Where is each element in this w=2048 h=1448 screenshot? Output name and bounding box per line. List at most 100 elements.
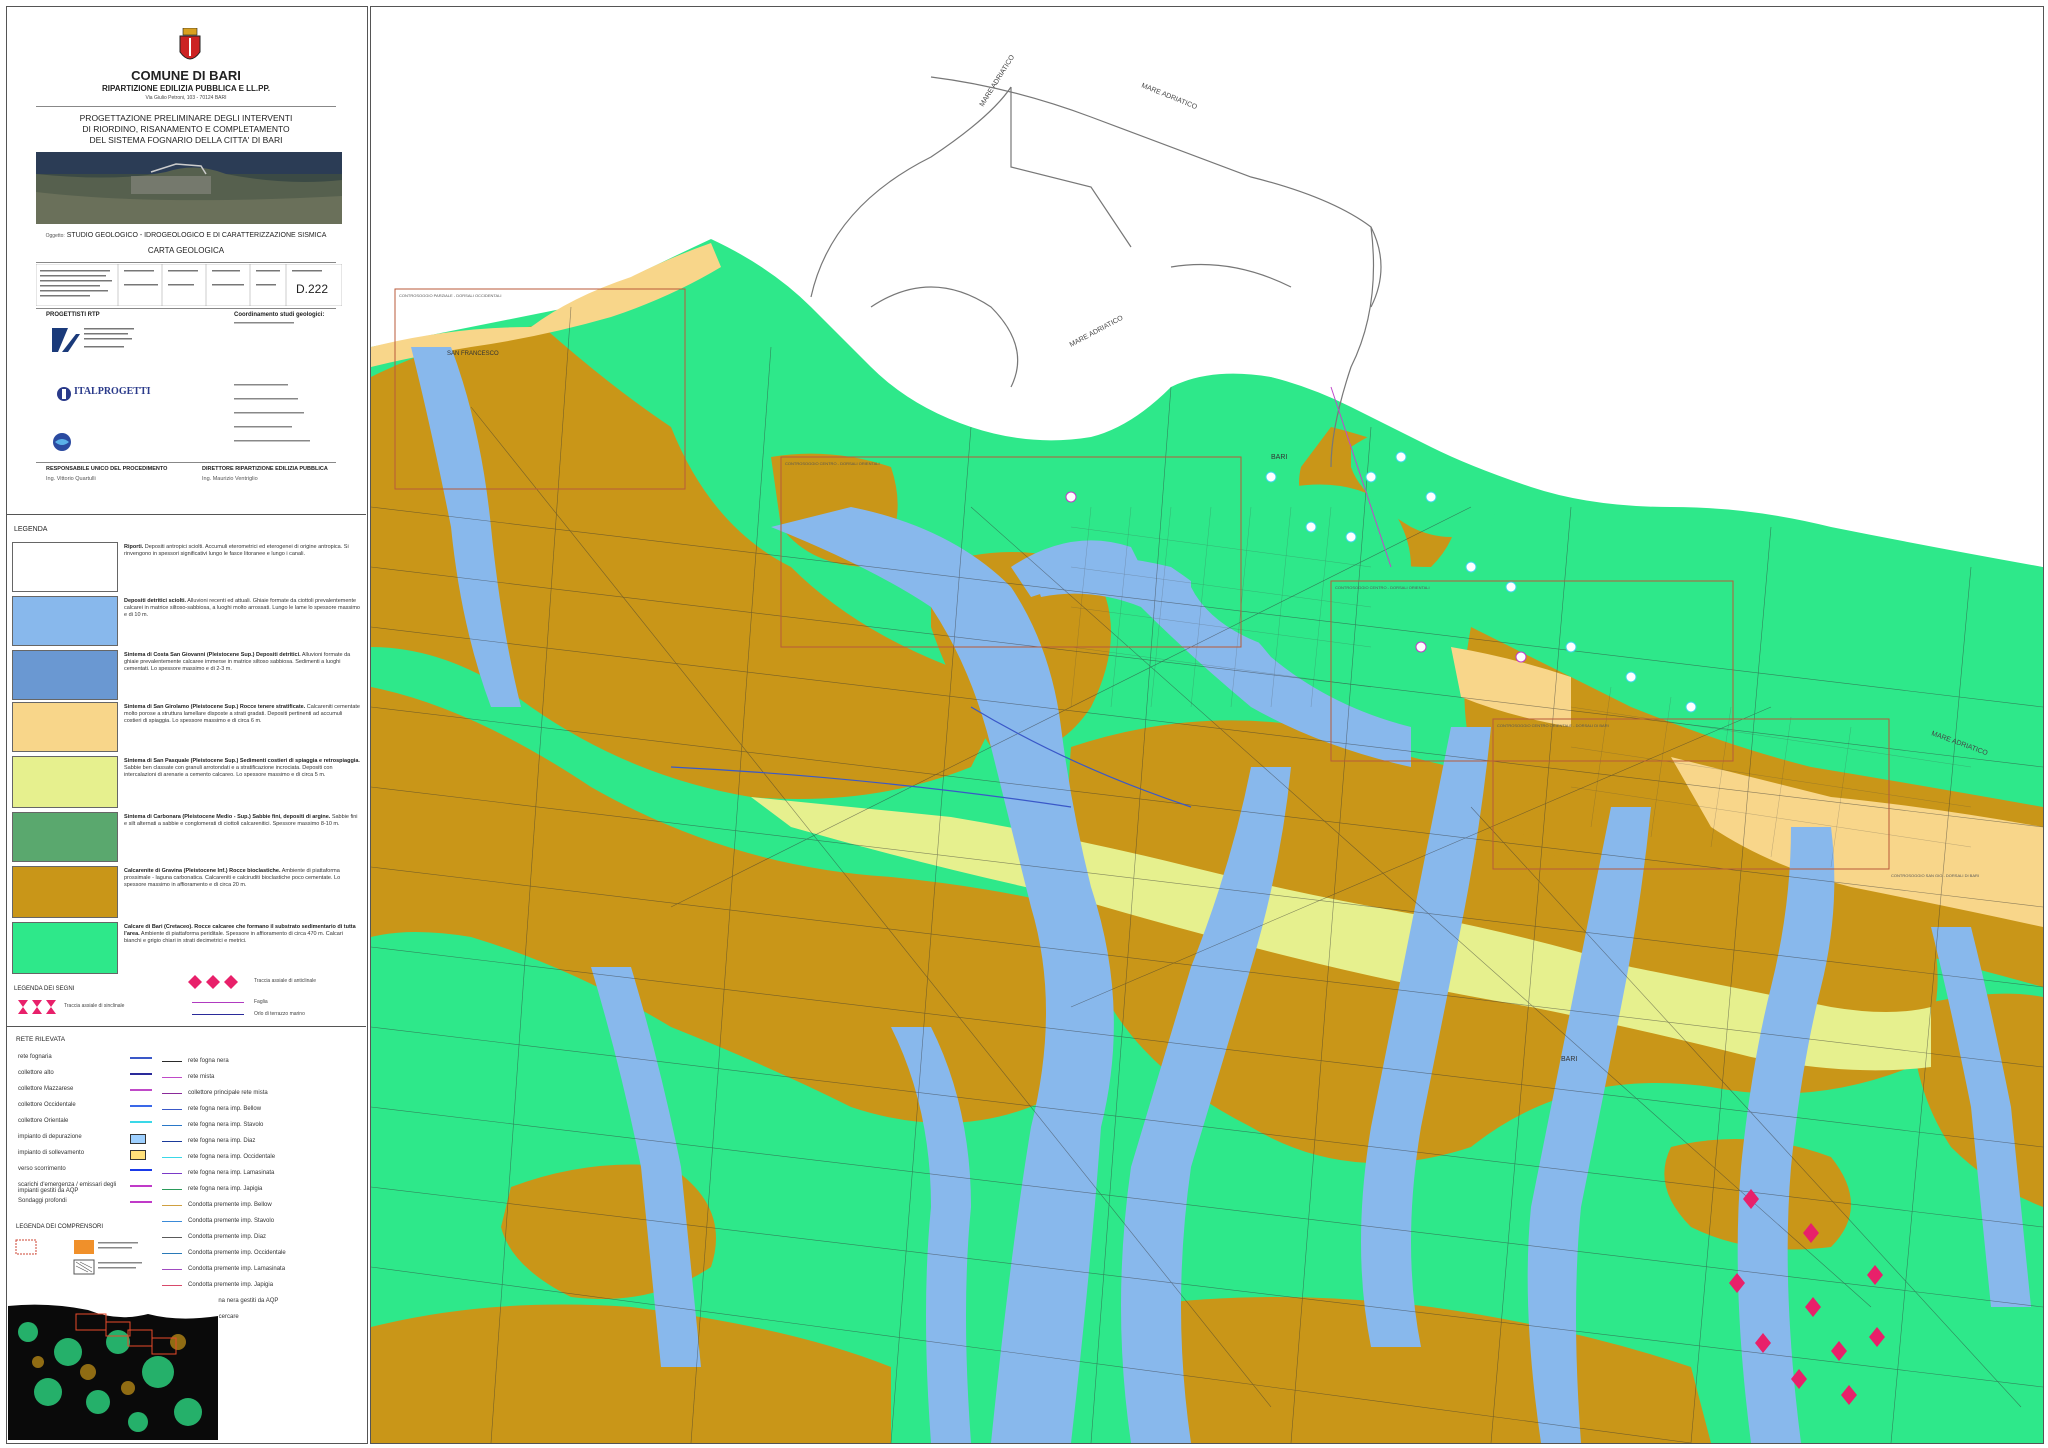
network-legend-label: rete fogna nera imp. Stavolo <box>188 1122 264 1128</box>
syncline-label: Traccia assiale di sinclinale <box>64 1003 125 1009</box>
study-title: Oggetto: STUDIO GEOLOGICO - IDROGEOLOGIC… <box>6 232 366 239</box>
legend-unit-name: Depositi detritici sciolti. <box>124 598 187 604</box>
network-legend-symbol <box>162 1061 182 1062</box>
network-legend: RETE RILEVATA rete fognaria collettore al… <box>6 1028 366 1442</box>
network-legend-label: verso scorrimento <box>18 1166 66 1172</box>
network-legend-label: Condotta premente imp. Japigia <box>188 1282 274 1288</box>
legend-swatch <box>12 650 118 700</box>
place-label: SAN FRANCESCO <box>447 351 499 357</box>
legend-unit-text: Sintema di San Pasquale (Pleistocene Sup… <box>124 758 360 779</box>
syncline-symbol-icon <box>18 1000 56 1014</box>
geologic-map[interactable]: MARE ADRIATICO MARE ADRIATICO MARE ADRIA… <box>370 6 2044 1444</box>
network-legend-symbol <box>162 1253 182 1254</box>
project-title: PROGETTAZIONE PRELIMINARE DEGLI INTERVEN… <box>6 113 366 146</box>
legend-unit-text: Sintema di Carbonara (Pleistocene Medio … <box>124 814 360 828</box>
map-name: CARTA GEOLOGICA <box>147 246 225 255</box>
director-label: DIRETTORE RIPARTIZIONE EDILIZIA PUBBLICA <box>202 466 328 472</box>
coat-of-arms-icon <box>179 28 201 60</box>
rtp-logo <box>52 328 134 352</box>
network-legend-symbol <box>130 1073 152 1075</box>
network-legend-symbol <box>162 1269 182 1270</box>
network-legend-symbol <box>130 1121 152 1123</box>
comparti-legend-symbols <box>15 1239 142 1275</box>
legend-unit-name: Riporti. <box>124 544 144 550</box>
network-legend-label: rete fogna nera imp. Occidentale <box>188 1154 276 1160</box>
network-legend-symbol <box>162 1093 182 1094</box>
place-label: BARI <box>1561 1056 1577 1063</box>
network-legend-label: Sondaggi profondi <box>18 1198 67 1204</box>
network-legend-label: rete fogna nera imp. Japigia <box>188 1186 263 1192</box>
network-legend-symbol <box>162 1205 182 1206</box>
network-legend-symbol <box>130 1057 152 1059</box>
inset-label: CONTROSOGGIO CENTRO - DORSALI ORIENTALI <box>1335 585 1430 590</box>
network-legend-label: Condotta premente imp. Occidentale <box>188 1250 286 1256</box>
network-legend-symbol <box>162 1141 182 1142</box>
title-block: COMUNE DI BARI RIPARTIZIONE EDILIZIA PUB… <box>6 6 366 515</box>
map-canvas[interactable]: MARE ADRIATICO MARE ADRIATICO MARE ADRIA… <box>371 7 2043 1443</box>
fault-label: Faglia <box>254 999 268 1005</box>
network-legend-symbol <box>130 1201 152 1203</box>
network-legend-label: rete mista <box>188 1074 215 1080</box>
municipality-name: COMUNE DI BARI <box>131 68 241 83</box>
network-legend-symbol <box>130 1105 152 1107</box>
network-legend-symbol <box>162 1221 182 1222</box>
network-legend-label: rete fogna nera <box>188 1058 229 1064</box>
terrace-line-sample <box>192 1014 244 1015</box>
network-legend-label: rete fognaria <box>18 1054 52 1060</box>
network-legend-label: collettore alto <box>18 1070 54 1076</box>
legend-unit-name: Sintema di Costa San Giovanni (Pleistoce… <box>124 652 301 658</box>
globe-logo-icon <box>53 433 71 451</box>
network-legend-symbol <box>162 1077 182 1078</box>
department-address: Via Giulio Petroni, 103 - 70124 BARI <box>145 95 227 101</box>
legend-unit-name: Sintema di Carbonara (Pleistocene Medio … <box>124 814 331 820</box>
network-legend-label: rete fogna nera imp. Lamasinata <box>188 1170 275 1176</box>
legend-unit-description: Sabbie ben classate con granuli arrotond… <box>124 765 333 778</box>
director-name: Ing. Maurizio Ventriglio <box>202 476 258 482</box>
legend-unit-description: Ambiente di piattaforma periditale. Spes… <box>124 931 343 944</box>
network-legend-symbol <box>130 1089 152 1091</box>
network-legend-symbol <box>130 1169 152 1171</box>
inset-label: CONTROSOGGIO SAN GIO - DORSALI DI BARI <box>1891 873 1979 878</box>
legend-swatch <box>12 866 118 918</box>
network-legend-label: collettore principale rete mista <box>188 1090 268 1096</box>
legend-heading: LEGENDA <box>14 526 48 533</box>
legend-unit-text: Calcarenite di Gravina (Pleistocene Inf.… <box>124 868 360 889</box>
network-heading: RETE RILEVATA <box>16 1036 66 1043</box>
network-legend-symbol <box>162 1157 182 1158</box>
legend-unit-text: Sintema di Costa San Giovanni (Pleistoce… <box>124 652 360 673</box>
anticline-symbol-icon <box>188 975 238 989</box>
place-label: BARI <box>1271 454 1287 461</box>
italprogetti-logo: ITALPROGETTI <box>56 384 152 404</box>
network-legend-label: collettore Orientale <box>18 1118 69 1124</box>
inset-label: CONTROSOGGIO CENTRO - DORSALI ORIENTALI <box>785 461 880 466</box>
italprogetti-icon <box>57 387 71 401</box>
geologic-legend: LEGENDA Riporti. Depositi antropici scio… <box>6 516 366 1027</box>
network-legend-label: rete fogna nera imp. Diaz <box>188 1138 256 1144</box>
network-legend-symbol <box>130 1134 146 1144</box>
network-legend-symbol <box>162 1189 182 1190</box>
geologists-list <box>234 322 310 442</box>
network-legend-label: collettore Occidentale <box>18 1102 76 1108</box>
study-prefix: Oggetto: <box>45 233 65 239</box>
legend-swatch <box>12 702 118 752</box>
study-name: STUDIO GEOLOGICO - IDROGEOLOGICO E DI CA… <box>66 232 327 239</box>
legend-unit-name: Sintema di San Pasquale (Pleistocene Sup… <box>124 758 360 764</box>
network-legend-symbol <box>130 1185 152 1187</box>
inset-label: CONTROSOGGIO PARZIALE - DORSALI OCCIDENT… <box>399 293 502 298</box>
legend-unit-text: Riporti. Depositi antropici sciolti. Acc… <box>124 544 360 558</box>
network-legend-label: Condotta premente imp. Diaz <box>188 1234 267 1240</box>
network-legend-symbol <box>130 1150 146 1160</box>
legend-unit-description: Depositi antropici sciolti. Accumuli ete… <box>124 544 349 557</box>
network-legend-symbol <box>162 1109 182 1110</box>
project-title-line: DEL SISTEMA FOGNARIO DELLA CITTA' DI BAR… <box>89 135 283 145</box>
project-title-line: PROGETTAZIONE PRELIMINARE DEGLI INTERVEN… <box>79 113 293 123</box>
rup-name: Ing. Vittorio Quartulli <box>46 476 96 482</box>
network-legend-label: impianto di depurazione <box>18 1134 82 1140</box>
aerial-photo <box>36 152 342 224</box>
legend-unit-name: Sintema di San Girolamo (Pleistocene Sup… <box>124 704 306 710</box>
legend-unit-text: Calcare di Bari (Cretaceo). Rocce calcar… <box>124 924 360 945</box>
network-legend-symbol <box>162 1125 182 1126</box>
legend-swatch <box>12 812 118 862</box>
fault-line-sample <box>192 1002 244 1003</box>
anticline-label: Traccia assiale di anticlinale <box>254 978 317 984</box>
